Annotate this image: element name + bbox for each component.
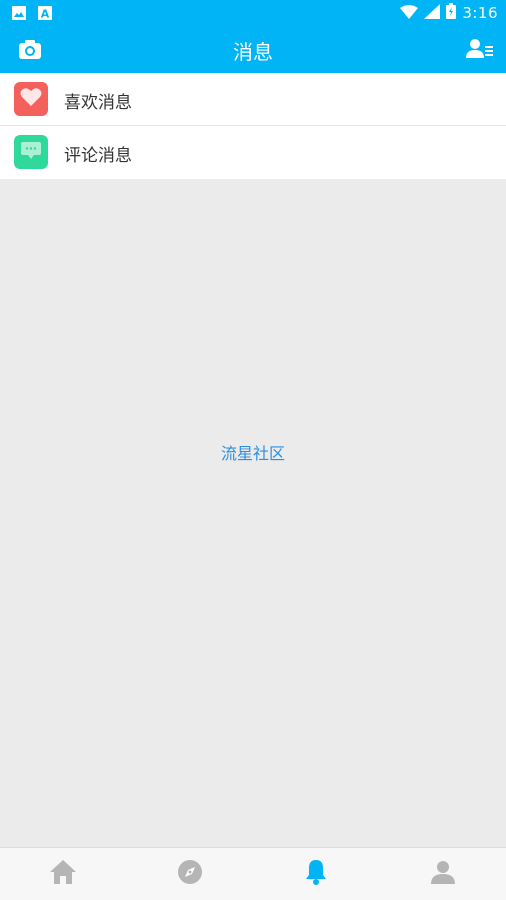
status-right-icons: 3:16 — [400, 3, 498, 23]
nav-profile[interactable] — [380, 848, 506, 900]
nav-discover[interactable] — [127, 848, 254, 900]
community-name: 流星社区 — [220, 444, 285, 463]
status-time: 3:16 — [462, 4, 498, 22]
contacts-icon — [466, 39, 494, 64]
message-list: 喜欢消息 评论消息 — [0, 73, 506, 179]
nav-messages[interactable] — [253, 848, 380, 900]
image-icon — [12, 5, 26, 24]
heart-icon — [20, 87, 42, 111]
wifi-icon — [400, 4, 419, 23]
list-item-label: 评论消息 — [64, 146, 132, 166]
page-title: 消息 — [233, 40, 273, 64]
a-badge-icon: A — [38, 5, 52, 24]
signal-icon — [424, 3, 441, 23]
bottom-nav — [0, 847, 506, 900]
svg-text:A: A — [41, 8, 50, 21]
compass-icon — [177, 859, 203, 889]
list-item-likes[interactable]: 喜欢消息 — [0, 73, 506, 126]
comment-icon-tile — [14, 135, 48, 169]
status-bar: A 3:16 — [0, 0, 506, 25]
list-item-comments[interactable]: 评论消息 — [0, 126, 506, 179]
heart-icon-tile — [14, 82, 48, 116]
status-left-icons: A — [12, 5, 52, 24]
list-item-label: 喜欢消息 — [64, 93, 132, 113]
nav-home[interactable] — [0, 848, 127, 900]
contacts-button[interactable] — [466, 38, 494, 60]
bell-icon — [304, 858, 328, 890]
person-icon — [430, 859, 456, 889]
battery-icon — [446, 3, 457, 23]
home-icon — [49, 859, 77, 889]
comment-icon — [20, 141, 42, 163]
app-bar: 消息 — [0, 25, 506, 73]
